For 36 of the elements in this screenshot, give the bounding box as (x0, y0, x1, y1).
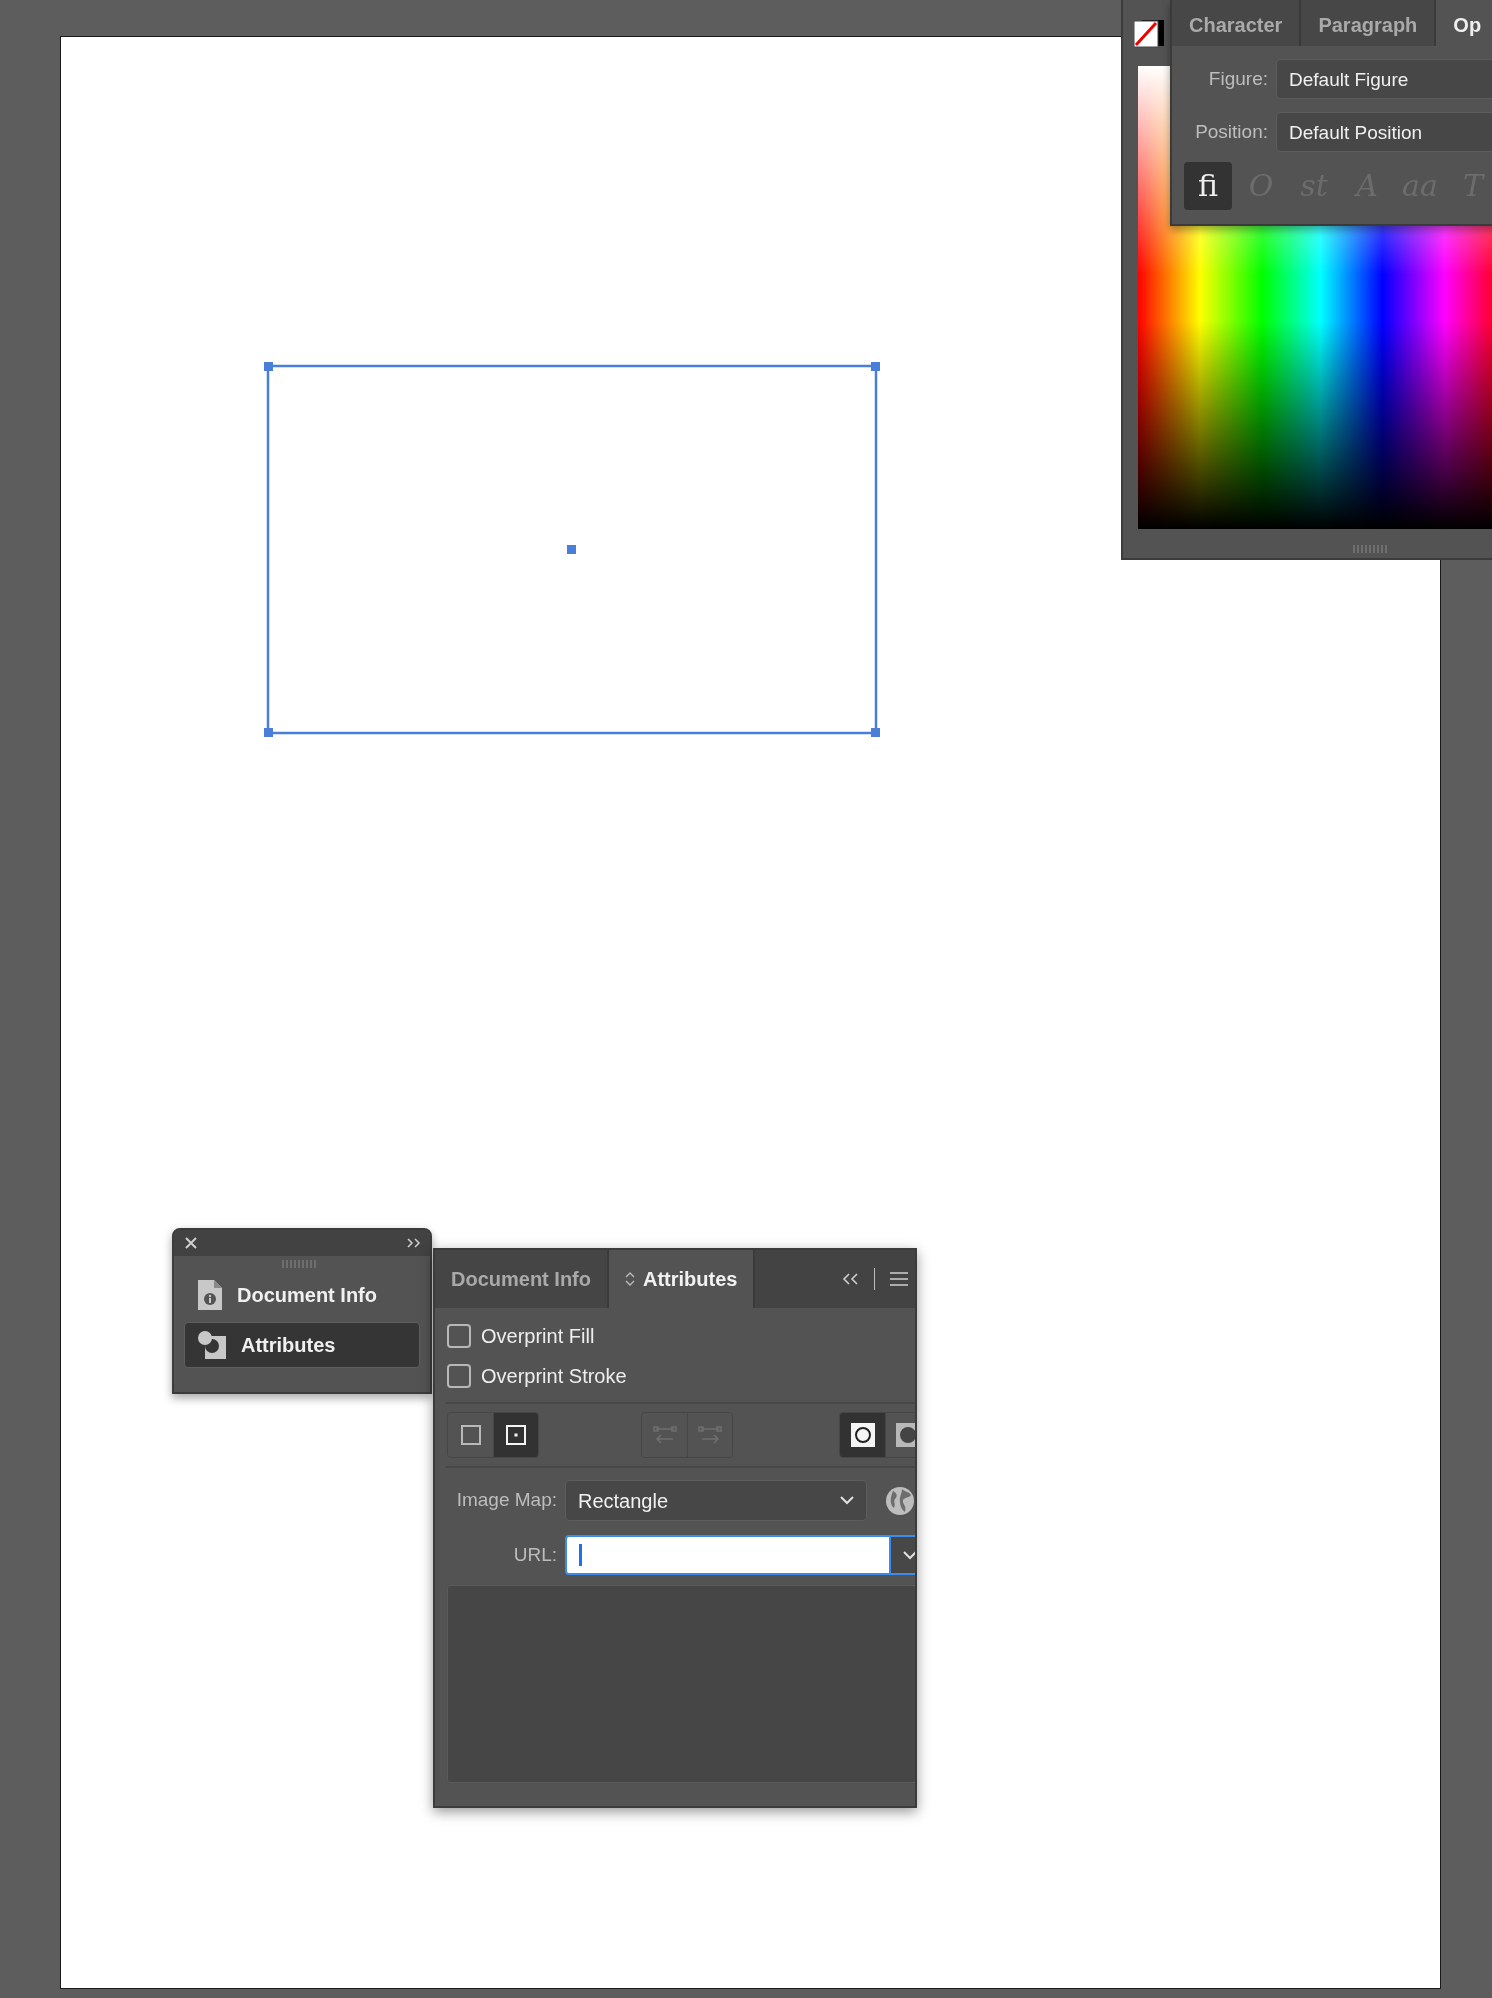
panel-tab[interactable]: Character (1172, 0, 1302, 46)
circle-outline-icon (849, 1422, 876, 1448)
panel-tab[interactable]: Attributes (609, 1250, 756, 1308)
chevron-down-icon (903, 1550, 915, 1560)
field-label: Position: (1194, 119, 1268, 144)
url-field[interactable] (565, 1535, 891, 1575)
square-outline-icon (459, 1424, 482, 1446)
url-label: URL: (512, 1542, 557, 1567)
swatch-icon[interactable] (1134, 20, 1164, 48)
panel-tab[interactable]: Op (1436, 0, 1492, 46)
document-info-icon (197, 1279, 223, 1311)
reverse-right-icon (698, 1425, 722, 1445)
dropdown-field[interactable]: Default Position (1276, 112, 1492, 152)
checkbox[interactable] (447, 1364, 471, 1388)
panel-list-item[interactable]: Attributes (184, 1322, 420, 1368)
attributes-icon (197, 1330, 227, 1360)
expand-icon[interactable] (406, 1237, 422, 1249)
sort-arrows-icon (625, 1271, 635, 1287)
image-map-label: Image Map: (455, 1488, 557, 1513)
toggle-button[interactable] (840, 1413, 885, 1457)
close-icon[interactable] (184, 1236, 198, 1250)
image-map-dropdown[interactable]: Rectangle (565, 1480, 867, 1521)
panel-list-item[interactable]: Document Info (184, 1272, 420, 1318)
panel-tab[interactable]: Paragraph (1301, 0, 1437, 46)
globe-icon[interactable] (885, 1485, 915, 1516)
checkbox-label: Overprint Fill (481, 1324, 595, 1349)
chevron-down-icon (840, 1496, 854, 1505)
field-label: Figure: (1207, 66, 1268, 91)
feature-button[interactable]: ﬁ (1184, 162, 1232, 210)
checkbox-label: Overprint Stroke (481, 1364, 627, 1389)
toggle-button[interactable] (493, 1413, 538, 1457)
reverse-left-icon (652, 1425, 677, 1445)
checkbox[interactable] (447, 1324, 471, 1348)
menu-icon[interactable] (889, 1271, 909, 1287)
collapse-icon[interactable] (842, 1272, 860, 1286)
dropdown-field[interactable]: Default Figure (1276, 59, 1492, 99)
